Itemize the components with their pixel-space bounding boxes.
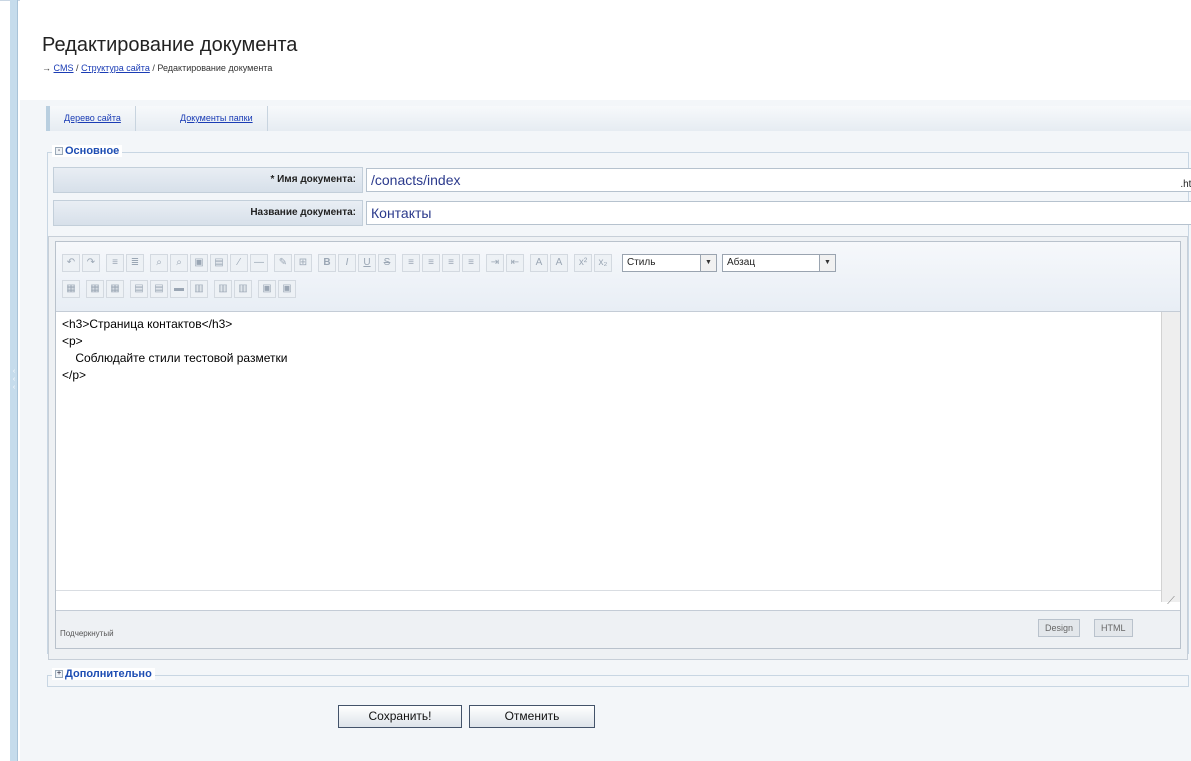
- replace-icon[interactable]: ⌕: [170, 254, 188, 272]
- style-select[interactable]: Стиль ▼: [622, 254, 717, 272]
- rail-collapse-grip-icon[interactable]: ‹ ‹ ‹: [10, 368, 18, 408]
- edit-source-icon[interactable]: ✎: [274, 254, 292, 272]
- editor-divider: [56, 590, 1161, 591]
- doc-name-field[interactable]: /conacts/index .html: [366, 168, 1191, 192]
- align-left-icon[interactable]: ≡: [402, 254, 420, 272]
- ordered-list-icon[interactable]: ≡: [106, 254, 124, 272]
- breadcrumb-link-cms[interactable]: CMS: [54, 63, 74, 73]
- collapse-toggle-icon[interactable]: -: [55, 147, 63, 155]
- editor-status-bar: Подчеркнутый Design HTML: [56, 610, 1180, 648]
- editor-scrollbar[interactable]: [1161, 312, 1180, 602]
- mode-tab-html[interactable]: HTML: [1094, 619, 1133, 637]
- editor-toolbar: ↶ ↷ ≡ ≣ ⌕ ⌕ ▣ ▤ ⁄ — ✎ ⊞ B I U S ≡ ≡ ≡ ≡: [56, 242, 1180, 312]
- cell-props-icon[interactable]: ▦: [106, 280, 124, 298]
- align-right-icon[interactable]: ≡: [442, 254, 460, 272]
- mode-tab-design[interactable]: Design: [1038, 619, 1081, 637]
- form-actions: Сохранить! Отменить: [20, 705, 1191, 729]
- status-path: Подчеркнутый: [60, 629, 114, 638]
- indent-icon[interactable]: ⇥: [486, 254, 504, 272]
- table-props-icon[interactable]: ▦: [62, 280, 80, 298]
- doc-name-row: * Имя документа: /conacts/index .html: [53, 167, 1191, 193]
- unordered-list-icon[interactable]: ≣: [126, 254, 144, 272]
- breadcrumb-link-site-structure[interactable]: Структура сайта: [81, 63, 150, 73]
- merge-cells-icon[interactable]: ▣: [278, 280, 296, 298]
- expand-toggle-icon[interactable]: +: [55, 670, 63, 678]
- tabs-bar: Дерево сайта Документы папки: [46, 106, 1191, 131]
- resize-grip-icon[interactable]: ⟋: [1164, 594, 1178, 608]
- link-icon[interactable]: ⁄: [230, 254, 248, 272]
- doc-title-row: Название документа: Контакты: [53, 200, 1191, 226]
- breadcrumb: → CMS / Структура сайта / Редактирование…: [42, 63, 272, 73]
- find-icon[interactable]: ⌕: [150, 254, 168, 272]
- image-icon[interactable]: ▣: [190, 254, 208, 272]
- page-title: Редактирование документа: [42, 34, 298, 56]
- media-icon[interactable]: ▤: [210, 254, 228, 272]
- delete-col-icon[interactable]: ▥: [234, 280, 252, 298]
- breadcrumb-separator: /: [76, 63, 79, 73]
- doc-title-field[interactable]: Контакты: [366, 201, 1191, 225]
- breadcrumb-separator: /: [152, 63, 155, 73]
- breadcrumb-arrow-icon: →: [42, 63, 51, 73]
- redo-icon[interactable]: ↷: [82, 254, 100, 272]
- chevron-down-icon: ▼: [700, 255, 716, 271]
- save-button[interactable]: Сохранить!: [338, 705, 462, 728]
- insert-col-after-icon[interactable]: ▥: [214, 280, 232, 298]
- tab-site-tree[interactable]: Дерево сайта: [50, 106, 136, 131]
- insert-row-before-icon[interactable]: ▤: [130, 280, 148, 298]
- extra-fieldset: + Дополнительно: [47, 668, 1189, 687]
- doc-name-suffix: .html: [1180, 179, 1191, 190]
- superscript-icon[interactable]: x²: [574, 254, 592, 272]
- row-props-icon[interactable]: ▦: [86, 280, 104, 298]
- tab-folder-documents[interactable]: Документы папки: [166, 106, 268, 131]
- undo-icon[interactable]: ↶: [62, 254, 80, 272]
- strikethrough-icon[interactable]: S: [378, 254, 396, 272]
- insert-row-after-icon[interactable]: ▤: [150, 280, 168, 298]
- background-color-icon[interactable]: A: [550, 254, 568, 272]
- cancel-button[interactable]: Отменить: [469, 705, 595, 728]
- italic-icon[interactable]: I: [338, 254, 356, 272]
- extra-fieldset-legend[interactable]: + Дополнительно: [52, 668, 155, 680]
- subscript-icon[interactable]: x₂: [594, 254, 612, 272]
- breadcrumb-current: Редактирование документа: [157, 63, 273, 73]
- editor-inner: ↶ ↷ ≡ ≣ ⌕ ⌕ ▣ ▤ ⁄ — ✎ ⊞ B I U S ≡ ≡ ≡ ≡: [55, 241, 1181, 649]
- table-icon[interactable]: ⊞: [294, 254, 312, 272]
- main-content: Редактирование документа → CMS / Структу…: [20, 0, 1191, 761]
- editor-content[interactable]: <h3>Страница контактов</h3> <p> Соблюдай…: [60, 312, 1146, 590]
- main-fieldset-legend[interactable]: - Основное: [52, 145, 123, 157]
- outdent-icon[interactable]: ⇤: [506, 254, 524, 272]
- align-justify-icon[interactable]: ≡: [462, 254, 480, 272]
- doc-title-label: Название документа:: [53, 200, 363, 226]
- align-center-icon[interactable]: ≡: [422, 254, 440, 272]
- delete-row-icon[interactable]: ▬: [170, 280, 188, 298]
- insert-col-before-icon[interactable]: ▥: [190, 280, 208, 298]
- chevron-down-icon: ▼: [819, 255, 835, 271]
- text-color-icon[interactable]: A: [530, 254, 548, 272]
- split-cells-icon[interactable]: ▣: [258, 280, 276, 298]
- horizontal-rule-icon[interactable]: —: [250, 254, 268, 272]
- rich-text-editor: ↶ ↷ ≡ ≣ ⌕ ⌕ ▣ ▤ ⁄ — ✎ ⊞ B I U S ≡ ≡ ≡ ≡: [48, 236, 1188, 660]
- underline-icon[interactable]: U: [358, 254, 376, 272]
- doc-name-label: * Имя документа:: [53, 167, 363, 193]
- bold-icon[interactable]: B: [318, 254, 336, 272]
- format-select[interactable]: Абзац ▼: [722, 254, 836, 272]
